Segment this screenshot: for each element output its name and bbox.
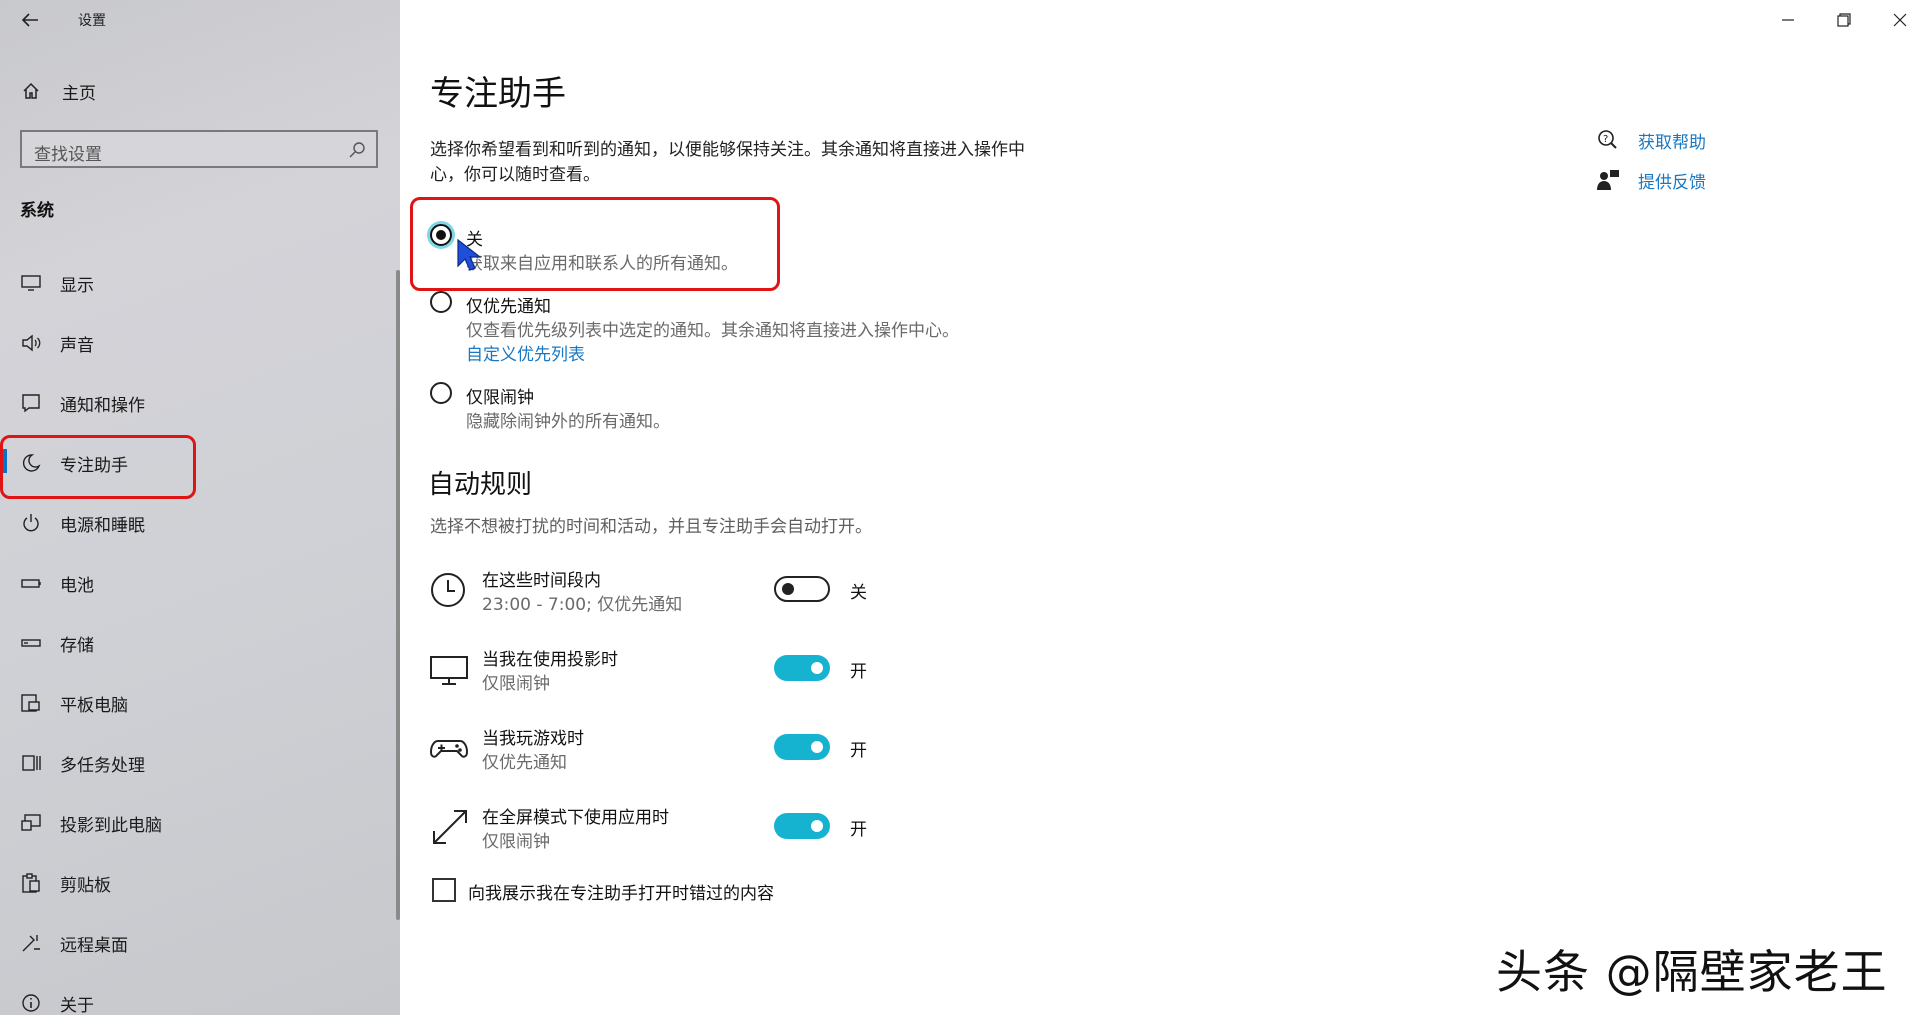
multitask-icon (20, 752, 42, 774)
section-heading-system: 系统 (20, 201, 54, 221)
help-chat-icon: ? (1596, 128, 1620, 152)
clock-icon (430, 570, 470, 610)
battery-icon (20, 572, 42, 594)
svg-text:?: ? (1603, 134, 1608, 145)
option-title: 仅限闹钟 (466, 388, 534, 408)
toggle-fullscreen[interactable] (774, 813, 830, 839)
toggle-state: 开 (850, 741, 867, 761)
speaker-icon (20, 332, 42, 354)
main-content: 专注助手 选择你希望看到和听到的通知，以便能够保持关注。其余通知将直接进入操作中… (400, 0, 1920, 1015)
close-icon[interactable] (1886, 8, 1914, 32)
sidebar-item-clipboard[interactable]: 剪贴板 (0, 860, 400, 906)
sidebar-item-label: 多任务处理 (60, 755, 145, 776)
clipboard-icon (20, 872, 42, 894)
toggle-state: 开 (850, 820, 867, 840)
sidebar-item-label: 远程桌面 (60, 935, 128, 956)
toggle-projecting[interactable] (774, 655, 830, 681)
rule-subtitle[interactable]: 23:00 - 7:00; 仅优先通知 (482, 590, 682, 615)
sidebar-item-label: 声音 (60, 335, 94, 356)
radio-alarms-only[interactable] (430, 382, 452, 404)
sidebar-item-label: 显示 (60, 275, 94, 296)
toggle-time-range[interactable] (774, 576, 830, 602)
radio-priority-only[interactable] (430, 291, 452, 313)
option-desc: 仅查看优先级列表中选定的通知。其余通知将直接进入操作中心。 (466, 321, 959, 341)
feedback-icon (1596, 168, 1620, 192)
sidebar-item-label: 投影到此电脑 (60, 815, 162, 836)
sidebar-item-notifications[interactable]: 通知和操作 (0, 380, 400, 426)
sidebar-item-storage[interactable]: 存储 (0, 620, 400, 666)
rule-subtitle: 仅限闹钟 (482, 674, 550, 694)
sidebar-item-label: 剪贴板 (60, 875, 111, 896)
rule-title: 在这些时间段内 (482, 571, 601, 591)
sidebar-item-label: 电池 (60, 575, 94, 596)
option-desc: 隐藏除闹钟外的所有通知。 (466, 412, 670, 432)
option-title: 仅优先通知 (466, 297, 551, 317)
highlight-box-sidebar (0, 435, 196, 499)
auto-rules-heading: 自动规则 (428, 470, 533, 500)
rule-subtitle: 仅优先通知 (482, 753, 567, 773)
power-icon (20, 512, 42, 534)
rule-subtitle: 仅限闹钟 (482, 832, 550, 852)
project-icon (20, 812, 42, 834)
sidebar-item-project[interactable]: 投影到此电脑 (0, 800, 400, 846)
tablet-icon (20, 692, 42, 714)
app-title: 设置 (78, 13, 106, 29)
rule-title: 当我玩游戏时 (482, 729, 584, 749)
mouse-cursor-icon (456, 238, 484, 274)
sidebar-item-tablet[interactable]: 平板电脑 (0, 680, 400, 726)
sidebar-item-label: 通知和操作 (60, 395, 145, 416)
toggle-state: 关 (850, 583, 867, 603)
get-help-link[interactable]: 获取帮助 (1638, 128, 1706, 153)
search-placeholder: 查找设置 (34, 145, 102, 165)
sidebar-item-sound[interactable]: 声音 (0, 320, 400, 366)
sidebar-item-label: 存储 (60, 635, 94, 656)
info-icon (20, 992, 42, 1014)
remote-desktop-icon (20, 932, 42, 954)
sidebar-item-display[interactable]: 显示 (0, 260, 400, 306)
sidebar-item-label: 关于 (60, 995, 94, 1016)
rule-time-range: 在这些时间段内 23:00 - 7:00; 仅优先通知 关 (430, 566, 1130, 626)
rule-title: 在全屏模式下使用应用时 (482, 808, 669, 828)
sidebar-item-multitasking[interactable]: 多任务处理 (0, 740, 400, 786)
toggle-gaming[interactable] (774, 734, 830, 760)
search-input[interactable]: 查找设置 (20, 130, 378, 168)
search-icon (348, 141, 366, 159)
notification-icon (20, 392, 42, 414)
rule-title: 当我在使用投影时 (482, 650, 618, 670)
checkbox-label: 向我展示我在专注助手打开时错过的内容 (468, 884, 774, 904)
rule-fullscreen: 在全屏模式下使用应用时 仅限闹钟 开 (430, 803, 1130, 863)
page-title: 专注助手 (430, 74, 566, 114)
sidebar-item-label: 平板电脑 (60, 695, 128, 716)
monitor-icon (20, 272, 42, 294)
restore-icon[interactable] (1830, 8, 1858, 32)
minimize-icon[interactable] (1774, 8, 1802, 32)
rule-gaming: 当我玩游戏时 仅优先通知 开 (429, 724, 1130, 784)
titlebar: 设置 (0, 0, 400, 40)
sidebar-item-label: 主页 (62, 83, 96, 104)
toggle-state: 开 (850, 662, 867, 682)
storage-icon (20, 632, 42, 654)
sidebar: 设置 主页 查找设置 系统 显示 声音 通知和操作 专注助手 电源和睡眠 电池 (0, 0, 400, 1016)
fullscreen-icon (430, 807, 470, 847)
page-intro: 选择你希望看到和听到的通知，以便能够保持关注。其余通知将直接进入操作中心，你可以… (430, 140, 1025, 185)
sidebar-item-remote-desktop[interactable]: 远程桌面 (0, 920, 400, 966)
display-icon (430, 649, 470, 689)
sidebar-item-about[interactable]: 关于 (0, 980, 400, 1026)
auto-rules-desc: 选择不想被打扰的时间和活动，并且专注助手会自动打开。 (430, 517, 872, 537)
watermark: 头条 @隔壁家老王 (1496, 945, 1888, 999)
sidebar-item-label: 电源和睡眠 (60, 515, 145, 536)
sidebar-item-home[interactable]: 主页 (0, 68, 400, 114)
missed-content-checkbox[interactable] (432, 878, 456, 902)
back-arrow-icon[interactable] (18, 8, 42, 32)
rule-projecting: 当我在使用投影时 仅限闹钟 开 (430, 645, 1130, 705)
home-icon (20, 80, 42, 102)
sidebar-item-battery[interactable]: 电池 (0, 560, 400, 606)
gamepad-icon (429, 728, 470, 768)
sidebar-item-power[interactable]: 电源和睡眠 (0, 500, 400, 546)
give-feedback-link[interactable]: 提供反馈 (1638, 168, 1706, 193)
customize-priority-link[interactable]: 自定义优先列表 (466, 340, 585, 365)
